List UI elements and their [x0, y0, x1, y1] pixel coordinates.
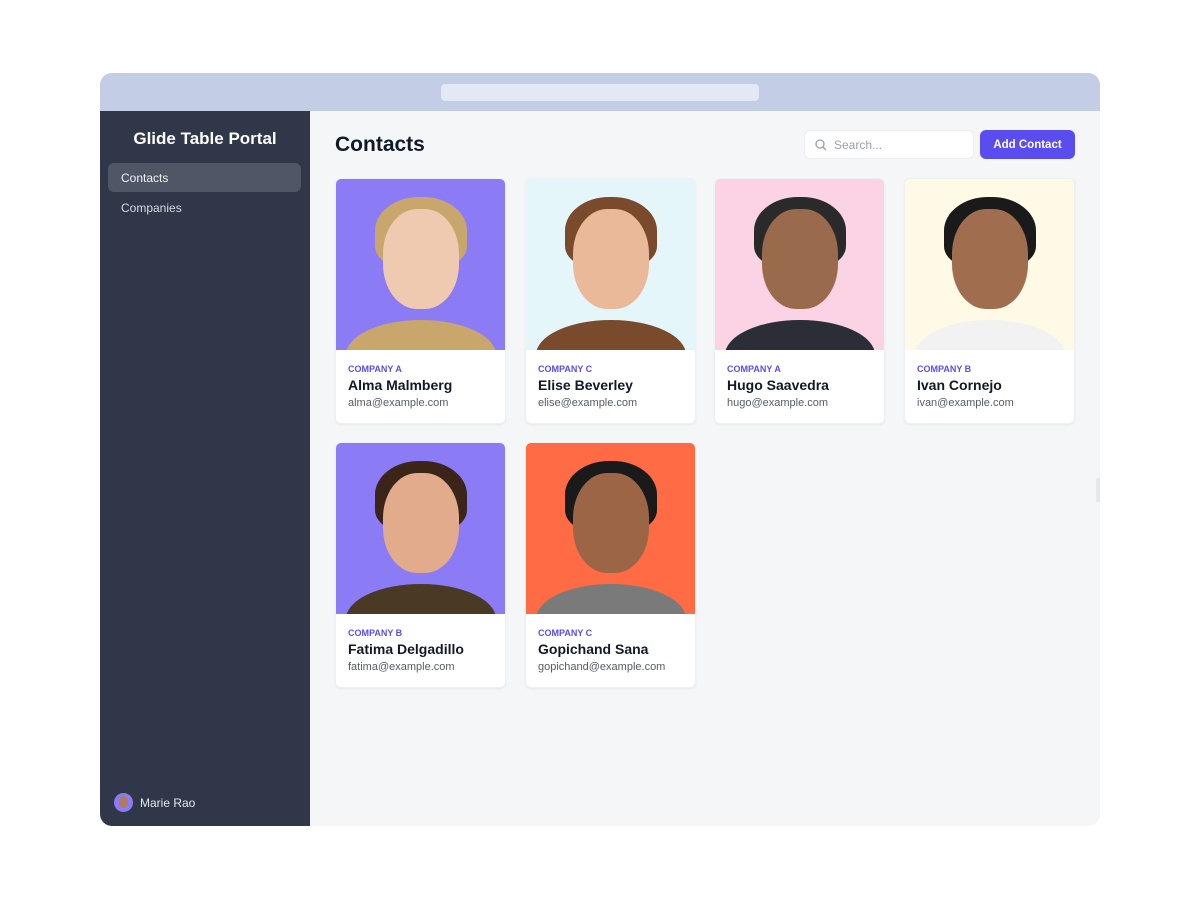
scrollbar[interactable] [1096, 478, 1100, 502]
app-window: Glide Table Portal Contacts Companies Ma… [100, 73, 1100, 826]
avatar [114, 793, 133, 812]
browser-titlebar [100, 73, 1100, 111]
contact-company: Company A [727, 364, 781, 374]
contact-email: elise@example.com [538, 397, 638, 409]
contact-photo [336, 443, 505, 614]
contact-company: Company C [538, 628, 593, 638]
sidebar-item-companies[interactable]: Companies [108, 193, 301, 222]
user-profile[interactable]: Marie Rao [114, 793, 195, 812]
contact-name: Alma Malmberg [348, 377, 453, 393]
contact-company: Company C [538, 364, 593, 374]
contact-card[interactable]: Company A Alma Malmberg alma@example.com [335, 178, 506, 424]
contact-email: gopichand@example.com [538, 661, 666, 673]
search-icon [815, 138, 827, 150]
contact-card[interactable]: Company C Elise Beverley elise@example.c… [525, 178, 696, 424]
user-name: Marie Rao [140, 795, 196, 810]
search-placeholder: Search... [834, 137, 883, 152]
contact-name: Fatima Delgadillo [348, 641, 464, 657]
add-contact-button[interactable]: Add Contact [980, 130, 1075, 159]
sidebar: Glide Table Portal Contacts Companies Ma… [100, 111, 310, 826]
contact-photo [715, 179, 884, 350]
contact-card[interactable]: Company A Hugo Saavedra hugo@example.com [714, 178, 885, 424]
main-content: Contacts Search... Add Contact Company A… [310, 111, 1100, 826]
contact-email: hugo@example.com [727, 397, 829, 409]
app-title: Glide Table Portal [133, 129, 277, 148]
search-input[interactable]: Search... [804, 130, 974, 159]
contact-name: Gopichand Sana [538, 641, 649, 657]
contact-email: alma@example.com [348, 397, 449, 409]
contact-email: ivan@example.com [917, 397, 1014, 409]
contact-photo [526, 443, 695, 614]
contact-name: Ivan Cornejo [917, 377, 1002, 393]
contact-card[interactable]: Company B Fatima Delgadillo fatima@examp… [335, 442, 506, 688]
contact-name: Hugo Saavedra [727, 377, 829, 393]
contact-photo [526, 179, 695, 350]
sidebar-item-contacts[interactable]: Contacts [108, 163, 301, 192]
address-bar[interactable] [441, 84, 759, 101]
contact-name: Elise Beverley [538, 377, 633, 393]
contact-email: fatima@example.com [348, 661, 455, 673]
contact-company: Company B [917, 364, 972, 374]
contact-card[interactable]: Company B Ivan Cornejo ivan@example.com [904, 178, 1075, 424]
contact-photo [905, 179, 1074, 350]
contact-company: Company B [348, 628, 403, 638]
contact-company: Company A [348, 364, 402, 374]
contact-photo [336, 179, 505, 350]
contact-card[interactable]: Company C Gopichand Sana gopichand@examp… [525, 442, 696, 688]
page-title: Contacts [335, 133, 425, 156]
